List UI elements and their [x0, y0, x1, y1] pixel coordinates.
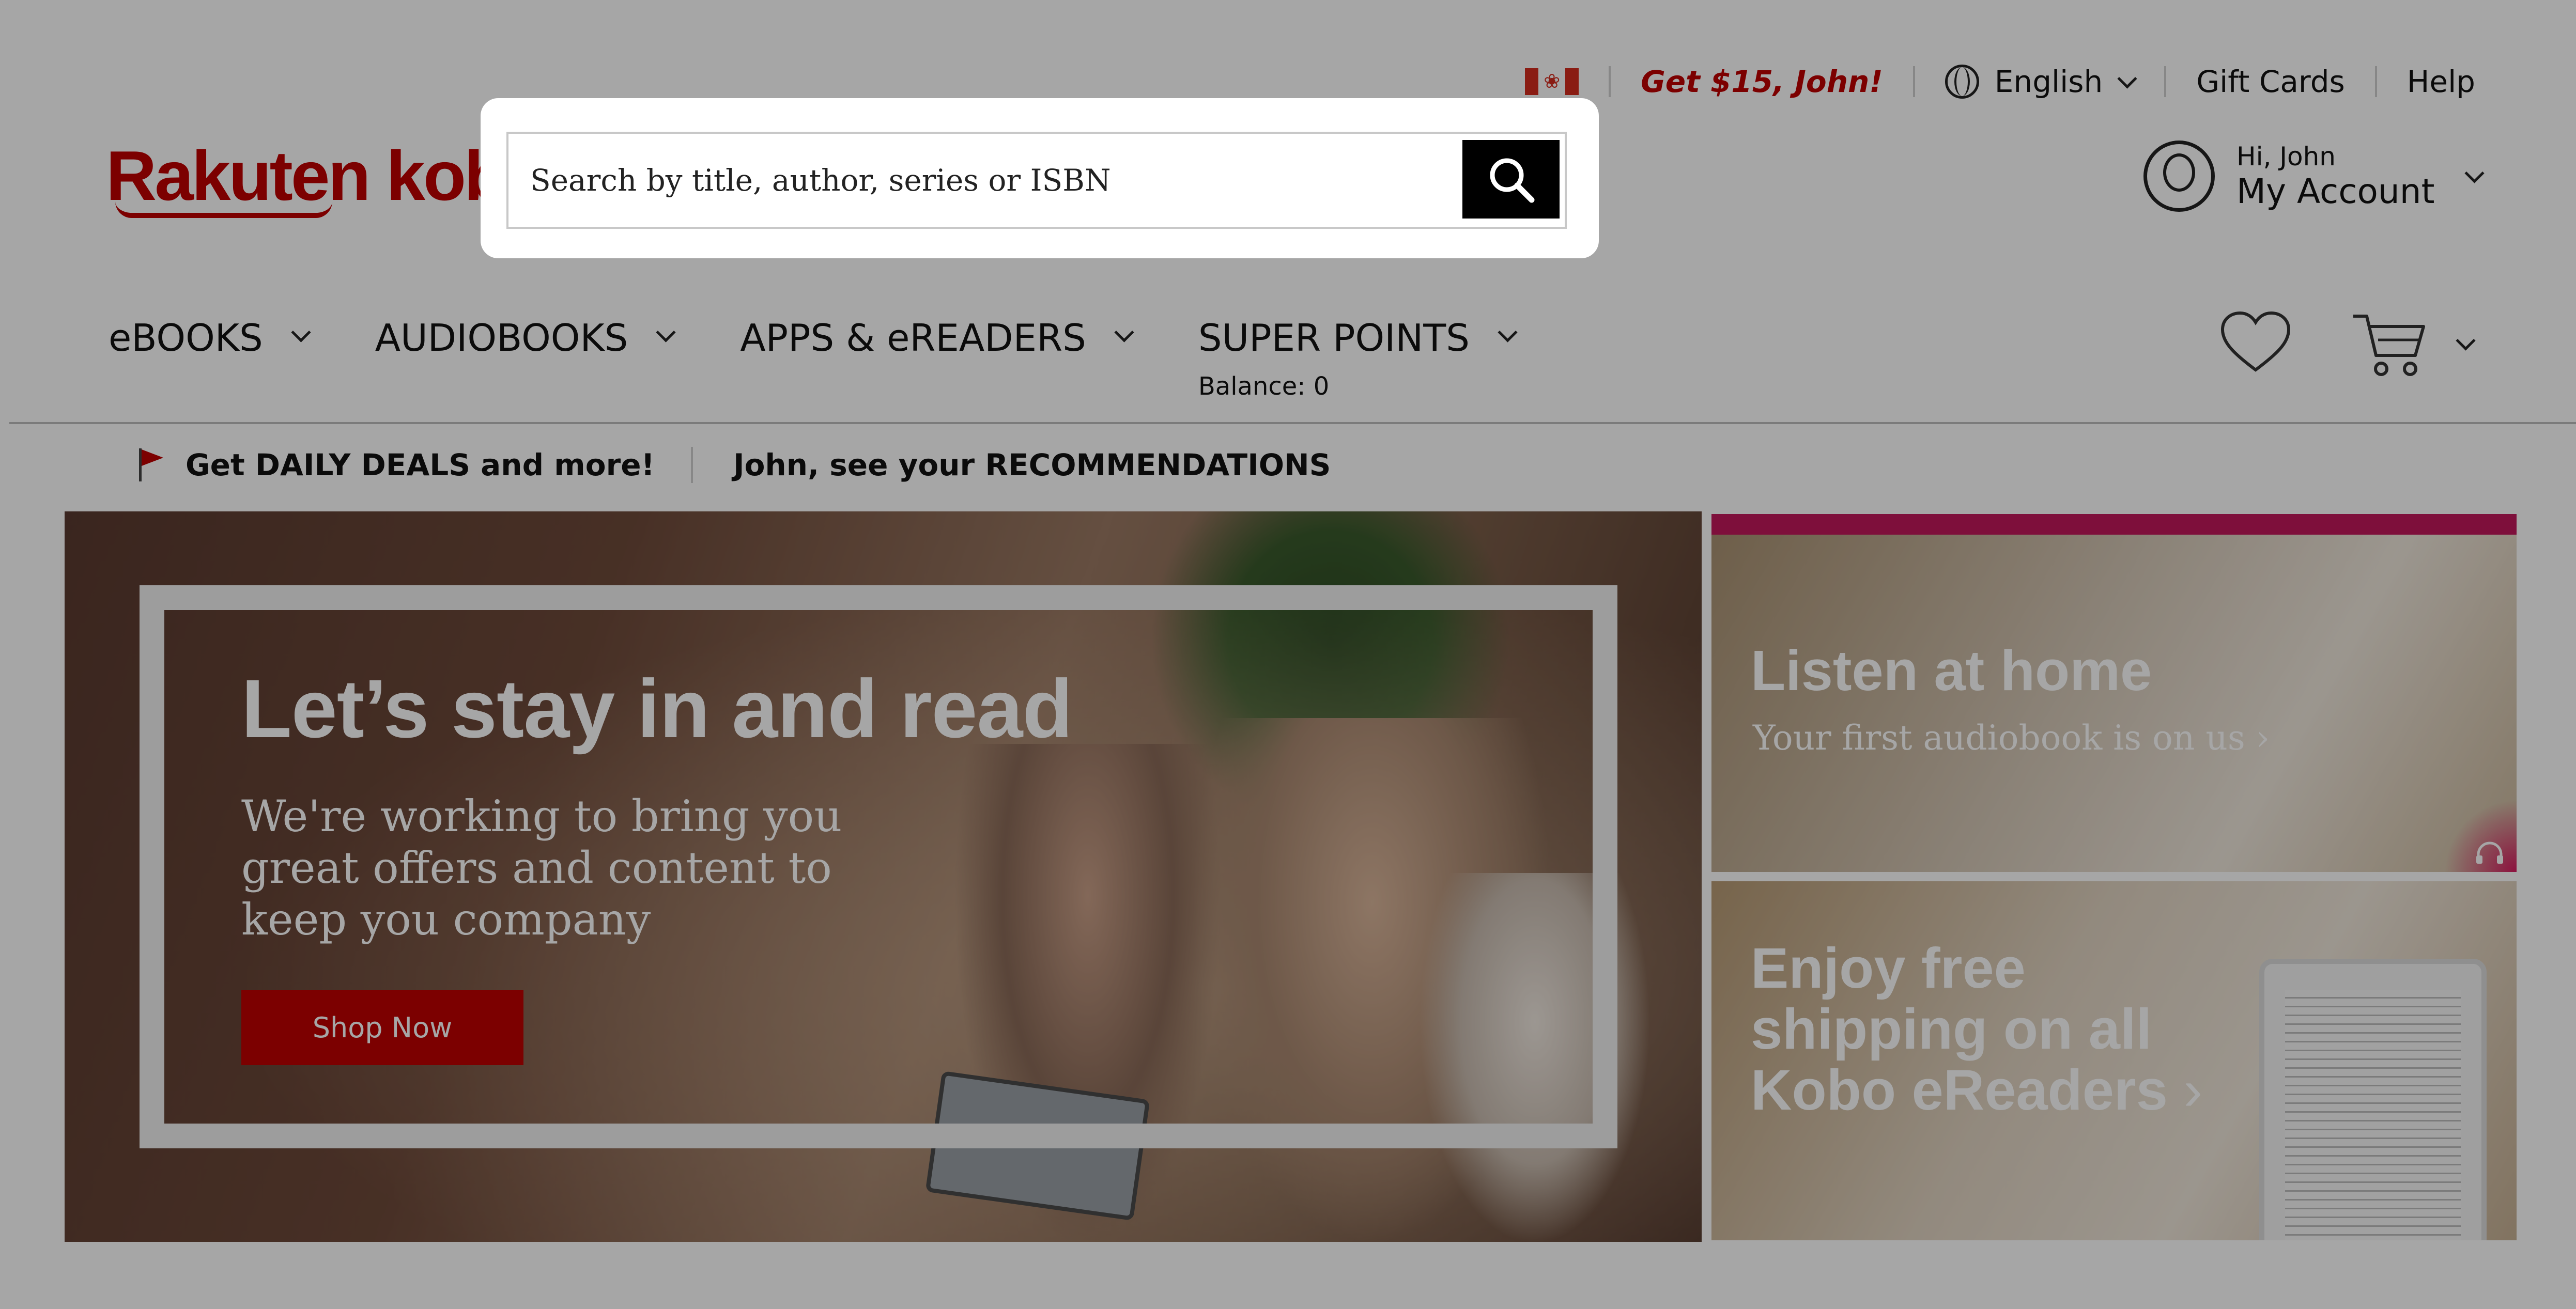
- search-bar: [506, 132, 1567, 229]
- search-button[interactable]: [1462, 140, 1560, 219]
- search-icon: [1490, 158, 1535, 203]
- page: Get $15, John! English Gift Cards Help R…: [0, 0, 2576, 1309]
- search-input[interactable]: [508, 134, 1459, 227]
